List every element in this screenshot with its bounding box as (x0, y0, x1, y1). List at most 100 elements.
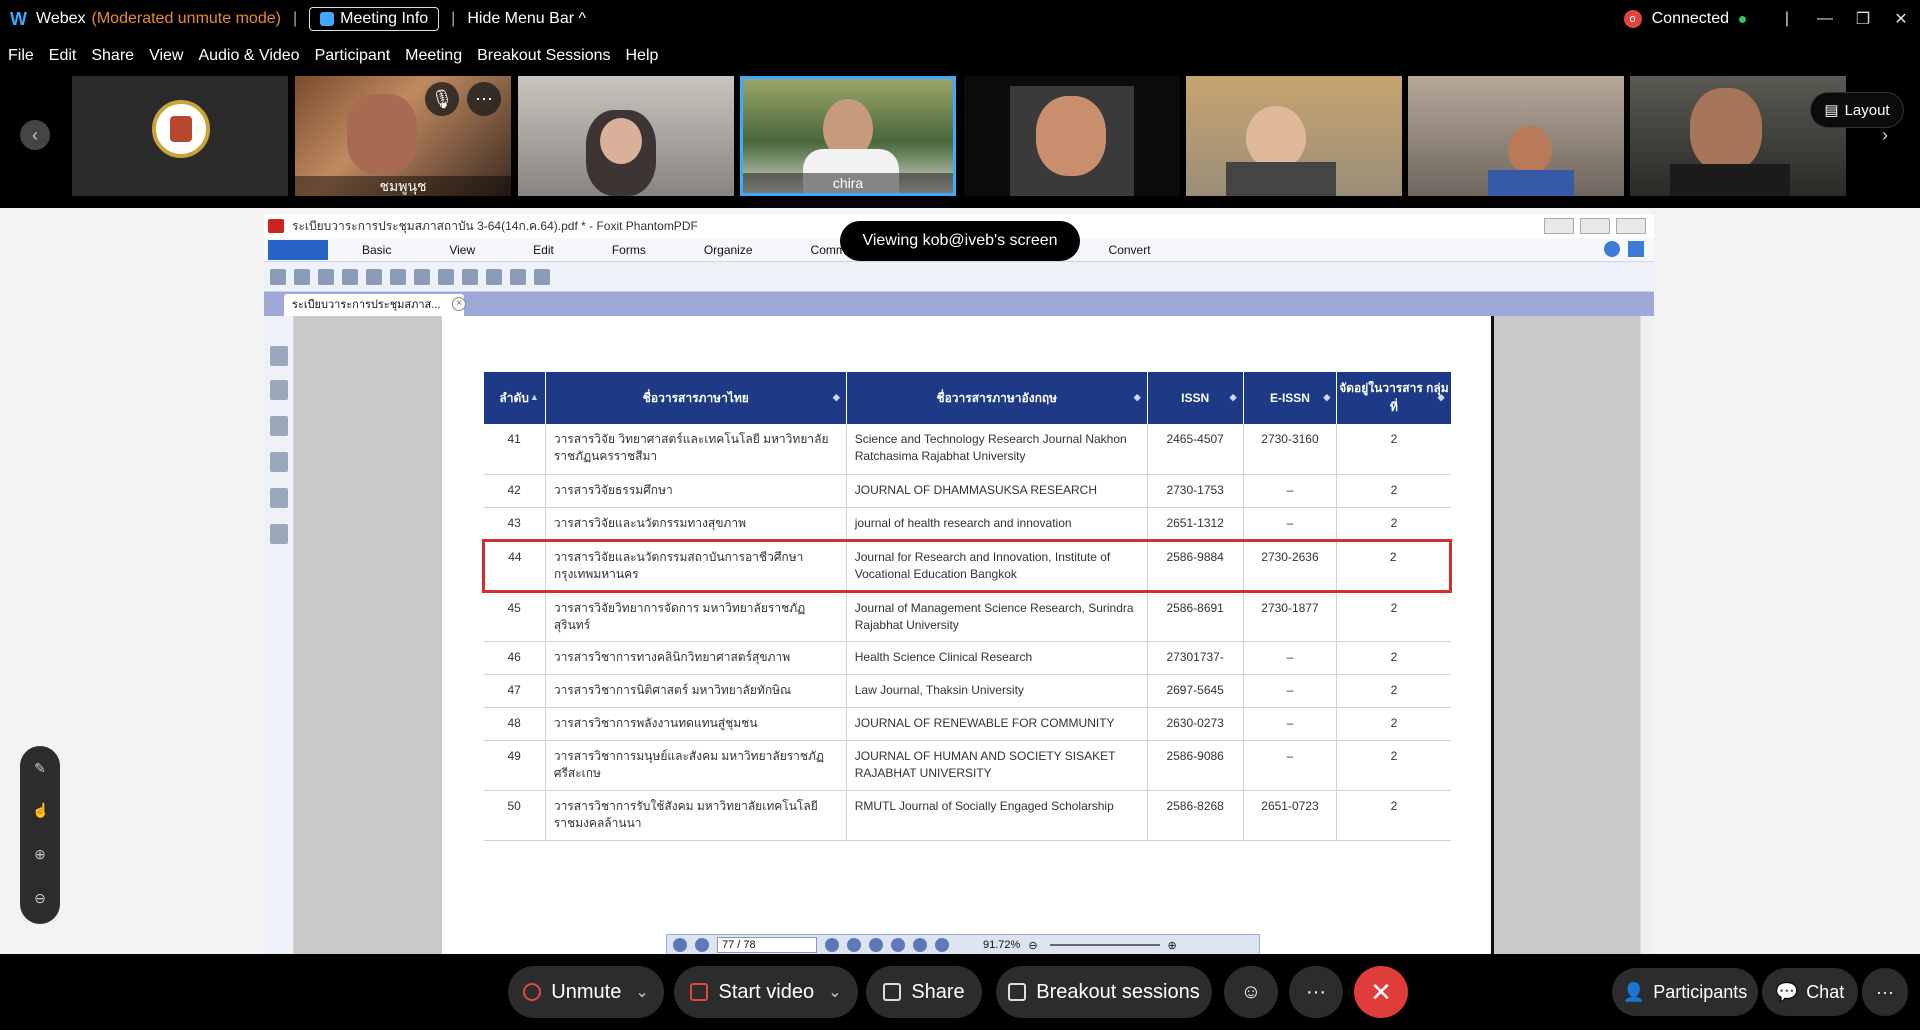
zoom-out-icon[interactable]: ⊖ (1028, 939, 1037, 952)
column-header[interactable]: ชื่อวารสารภาษาอังกฤษ ◆ (846, 372, 1148, 424)
cell-thai-title: วารสารวิชาการพลังงานทดแทนสู่ชุมชน (545, 707, 847, 741)
menu-audio-video[interactable]: Audio & Video (198, 47, 299, 65)
cell-eissn: – (1243, 674, 1338, 708)
bookmarks-icon[interactable] (270, 346, 288, 366)
expand-icon[interactable] (1628, 241, 1644, 257)
column-header[interactable]: ลำดับ ▲ (483, 372, 546, 424)
minimize-button[interactable]: — (1806, 10, 1844, 28)
foxit-vertical-scrollbar[interactable] (1640, 316, 1654, 954)
open-icon[interactable] (270, 268, 286, 285)
chevron-down-icon[interactable]: ⌄ (828, 982, 841, 1002)
strip-prev-button[interactable]: ‹ (20, 120, 50, 150)
panel-more-button[interactable]: ··· (1862, 968, 1908, 1016)
document-tab[interactable]: ระเบียบวาระการประชุมสภาส... (284, 294, 464, 316)
foxit-minimize-button[interactable] (1544, 218, 1574, 234)
webex-logo-icon: W (10, 9, 27, 29)
start-video-button[interactable]: Start video ⌄ (674, 966, 858, 1018)
zoom-in-icon[interactable]: ⊕ (32, 846, 48, 862)
participant-tile[interactable] (1630, 76, 1846, 196)
column-header[interactable]: ISSN ◆ (1147, 372, 1244, 424)
snapshot-icon[interactable] (414, 268, 430, 285)
menu-file[interactable]: File (8, 47, 34, 65)
next-view-icon[interactable] (891, 938, 905, 952)
participant-tile[interactable] (1408, 76, 1624, 196)
save-icon[interactable] (294, 268, 310, 285)
layers-icon[interactable] (270, 416, 288, 436)
signatures-icon[interactable] (270, 524, 288, 544)
foxit-restore-button[interactable] (1580, 218, 1610, 234)
attachments-icon[interactable] (270, 488, 288, 508)
close-tab-icon[interactable]: × (452, 297, 466, 311)
chat-button[interactable]: 💬 Chat (1762, 968, 1858, 1016)
hide-menu-bar-button[interactable]: Hide Menu Bar ^ (467, 10, 586, 28)
comments-icon[interactable] (270, 452, 288, 472)
menu-edit[interactable]: Edit (49, 47, 77, 65)
close-window-button[interactable]: ✕ (1882, 9, 1920, 29)
foxit-file-button[interactable] (268, 239, 328, 260)
help-icon[interactable] (1604, 241, 1620, 257)
fit-page-icon[interactable] (534, 268, 550, 285)
menu-view[interactable]: View (149, 47, 183, 65)
mic-icon[interactable]: 🎙 (425, 82, 459, 116)
reactions-button[interactable]: ☺ (1224, 966, 1278, 1018)
zoom-slider[interactable] (1049, 944, 1160, 946)
participant-tile[interactable] (518, 76, 734, 196)
menu-participant[interactable]: Participant (315, 47, 391, 65)
column-header[interactable]: จัดอยู่ในวารสาร กลุ่มที่ ◆ (1336, 372, 1451, 424)
annotate-icon[interactable]: ✎ (32, 760, 48, 776)
restore-button[interactable]: ❐ (1844, 9, 1882, 29)
chevron-down-icon[interactable]: ⌄ (635, 982, 648, 1002)
participant-tile-active-speaker[interactable]: chira (740, 76, 956, 196)
foxit-close-button[interactable] (1616, 218, 1646, 234)
more-options-button[interactable]: ··· (1289, 966, 1343, 1018)
participants-button[interactable]: 👤 Participants (1612, 968, 1758, 1016)
print-setup-icon[interactable] (342, 268, 358, 285)
undo-icon[interactable] (486, 268, 502, 285)
first-page-icon[interactable] (673, 938, 687, 952)
redo-icon[interactable] (510, 268, 526, 285)
table-row: 49 วารสารวิชาการมนุษย์และสังคม มหาวิทยาล… (483, 740, 1451, 791)
unmute-button[interactable]: Unmute ⌄ (508, 966, 664, 1018)
hand-tool-icon[interactable] (366, 268, 382, 285)
menu-breakout-sessions[interactable]: Breakout Sessions (477, 47, 610, 65)
zoom-level[interactable]: 91.72% (983, 939, 1020, 951)
participant-tile[interactable]: 🎙 ⋯ ชมพูนุช (295, 76, 511, 196)
participant-tile[interactable] (72, 76, 288, 196)
column-header[interactable]: ชื่อวารสารภาษาไทย ◆ (545, 372, 847, 424)
remote-control-icon[interactable]: ☝ (32, 802, 49, 818)
column-header[interactable]: E-ISSN ◆ (1243, 372, 1338, 424)
ribbon-tab-forms[interactable]: Forms (612, 243, 646, 257)
zoom-out-icon[interactable]: ⊖ (32, 890, 48, 906)
menu-help[interactable]: Help (626, 47, 659, 65)
back-icon[interactable] (438, 268, 454, 285)
previous-page-icon[interactable] (695, 938, 709, 952)
ribbon-tab-edit[interactable]: Edit (533, 243, 554, 257)
last-page-icon[interactable] (847, 938, 861, 952)
next-page-icon[interactable] (825, 938, 839, 952)
zoom-in-icon[interactable]: ⊕ (1168, 939, 1177, 952)
share-button[interactable]: Share (866, 966, 982, 1018)
more-options-icon[interactable]: ⋯ (467, 82, 501, 116)
ribbon-tab-basic[interactable]: Basic (362, 243, 391, 257)
menu-share[interactable]: Share (91, 47, 134, 65)
ribbon-tab-convert[interactable]: Convert (1109, 243, 1151, 257)
video-off-icon (690, 983, 709, 1001)
leave-meeting-button[interactable]: ✕ (1354, 966, 1408, 1018)
pages-icon[interactable] (270, 380, 288, 400)
breakout-sessions-button[interactable]: Breakout sessions (996, 966, 1212, 1018)
strip-next-button[interactable]: › (1870, 120, 1900, 150)
participant-tile[interactable] (1186, 76, 1402, 196)
ribbon-tab-organize[interactable]: Organize (704, 243, 753, 257)
ribbon-tab-view[interactable]: View (449, 243, 475, 257)
continuous-icon[interactable] (935, 938, 949, 952)
page-number-input[interactable]: 77 / 78 (717, 937, 817, 953)
cell-thai-title: วารสารวิจัยวิทยาการจัดการ มหาวิทยาลัยราช… (545, 591, 847, 642)
menu-meeting[interactable]: Meeting (405, 47, 462, 65)
participant-tile[interactable] (964, 76, 1180, 196)
meeting-info-button[interactable]: Meeting Info (309, 7, 440, 31)
forward-icon[interactable] (462, 268, 478, 285)
print-icon[interactable] (318, 268, 334, 285)
single-page-icon[interactable] (913, 938, 927, 952)
select-tool-icon[interactable] (390, 268, 406, 285)
previous-view-icon[interactable] (869, 938, 883, 952)
